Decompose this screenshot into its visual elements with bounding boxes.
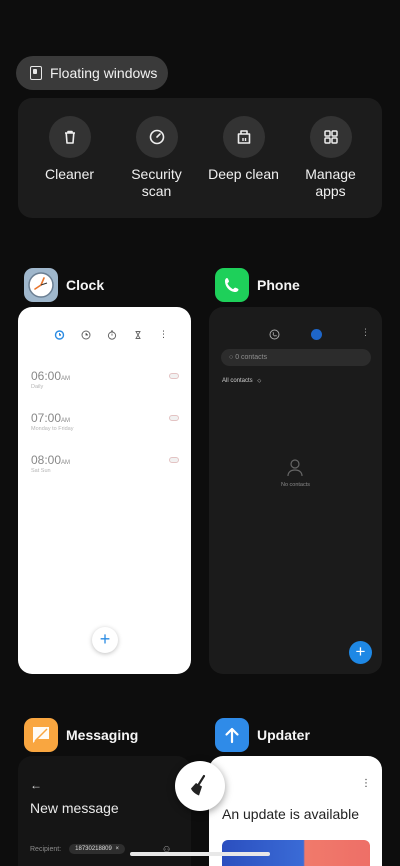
messaging-app-header[interactable]: Messaging — [24, 718, 138, 752]
update-available-text: An update is available — [222, 806, 359, 822]
clock-app-card[interactable]: ⋮ 06:00AM Daily 07:00AM Monday to Friday… — [18, 307, 191, 674]
cleaner-tool[interactable]: Cleaner — [26, 116, 113, 218]
security-scan-label: Security scan — [131, 166, 182, 199]
alarm-row[interactable]: 08:00AM Sat Sun — [31, 453, 181, 474]
floating-windows-label: Floating windows — [50, 65, 158, 81]
home-indicator[interactable] — [130, 852, 270, 856]
updater-app-card[interactable]: ⋮ An update is available — [209, 756, 382, 866]
cleaner-label: Cleaner — [44, 166, 95, 182]
contacts-filter-label: All contacts — [222, 378, 253, 384]
clock-app-header[interactable]: Clock — [24, 268, 104, 302]
phone-app-icon — [215, 268, 249, 302]
world-clock-icon[interactable] — [81, 330, 91, 340]
manage-apps-tool[interactable]: Manage apps — [287, 116, 374, 218]
grid-icon — [309, 116, 352, 158]
search-icon: ○ — [229, 354, 234, 361]
phone-app-name: Phone — [257, 277, 300, 293]
alarm-repeat: Monday to Friday — [31, 426, 74, 432]
add-contact-button[interactable]: + — [349, 641, 372, 664]
phone-app-header[interactable]: Phone — [215, 268, 300, 302]
contacts-tab-icon[interactable] — [311, 329, 322, 340]
alarm-toggle[interactable] — [169, 457, 179, 463]
contacts-search-input[interactable]: ○ 0 contacts — [221, 349, 371, 366]
clock-app-icon — [24, 268, 58, 302]
add-alarm-button[interactable]: + — [92, 627, 118, 653]
deep-clean-tool[interactable]: Deep clean — [200, 116, 287, 218]
messaging-app-name: Messaging — [66, 727, 139, 743]
deep-clean-icon — [222, 116, 265, 158]
alarm-row[interactable]: 06:00AM Daily — [31, 369, 181, 390]
floating-windows-button[interactable]: Floating windows — [16, 56, 168, 90]
stopwatch-icon[interactable] — [107, 330, 117, 340]
alarm-repeat: Sat Sun — [31, 468, 51, 474]
call-log-icon[interactable] — [269, 329, 280, 340]
recipient-label: Recipient: — [30, 845, 62, 853]
trash-icon — [48, 116, 91, 158]
messaging-app-icon — [24, 718, 58, 752]
alarm-time: 08:00 — [31, 453, 62, 467]
phone-app-card[interactable]: ⋮ ○ 0 contacts All contacts ◇ No contact… — [209, 307, 382, 674]
quick-tools-panel: Cleaner Security scan Deep clean Manage … — [18, 98, 382, 218]
manage-apps-label: Manage apps — [305, 166, 356, 199]
security-scan-tool[interactable]: Security scan — [113, 116, 200, 218]
speedometer-icon — [135, 116, 178, 158]
alarm-row[interactable]: 07:00AM Monday to Friday — [31, 411, 181, 432]
recipient-value: 18730218809 — [75, 846, 112, 852]
alarm-time: 07:00 — [31, 411, 62, 425]
alarm-repeat: Daily — [31, 384, 44, 390]
more-options-icon[interactable]: ⋮ — [361, 327, 370, 338]
no-contacts-text: No contacts — [280, 482, 311, 488]
broom-icon — [191, 774, 206, 796]
more-options-icon[interactable]: ⋮ — [159, 329, 168, 340]
alarm-ampm: AM — [61, 418, 71, 424]
contacts-search-placeholder: 0 contacts — [235, 354, 268, 361]
person-icon — [287, 459, 303, 482]
updater-app-icon — [215, 718, 249, 752]
chevron-down-icon: ◇ — [257, 378, 262, 384]
new-message-title: New message — [30, 800, 119, 816]
timer-icon[interactable] — [133, 330, 143, 340]
updater-app-name: Updater — [257, 727, 310, 743]
alarm-ampm: AM — [61, 376, 71, 382]
back-arrow-icon[interactable]: ← — [30, 778, 42, 792]
alarm-toggle[interactable] — [169, 415, 179, 421]
alarm-icon[interactable] — [54, 329, 65, 340]
clear-all-button[interactable] — [175, 761, 225, 811]
messaging-app-card[interactable]: ← New message Recipient: 18730218809 × ⚇ — [18, 756, 191, 866]
clock-app-name: Clock — [66, 277, 105, 293]
deep-clean-label: Deep clean — [208, 166, 279, 182]
contacts-filter[interactable]: All contacts ◇ — [222, 378, 261, 384]
alarm-ampm: AM — [61, 460, 71, 466]
alarm-time: 06:00 — [31, 369, 62, 383]
floating-window-icon — [30, 66, 42, 80]
more-options-icon[interactable]: ⋮ — [361, 778, 371, 789]
updater-app-header[interactable]: Updater — [215, 718, 310, 752]
recipient-chip[interactable]: 18730218809 × — [69, 844, 126, 854]
alarm-toggle[interactable] — [169, 373, 179, 379]
close-icon[interactable]: × — [116, 846, 120, 852]
